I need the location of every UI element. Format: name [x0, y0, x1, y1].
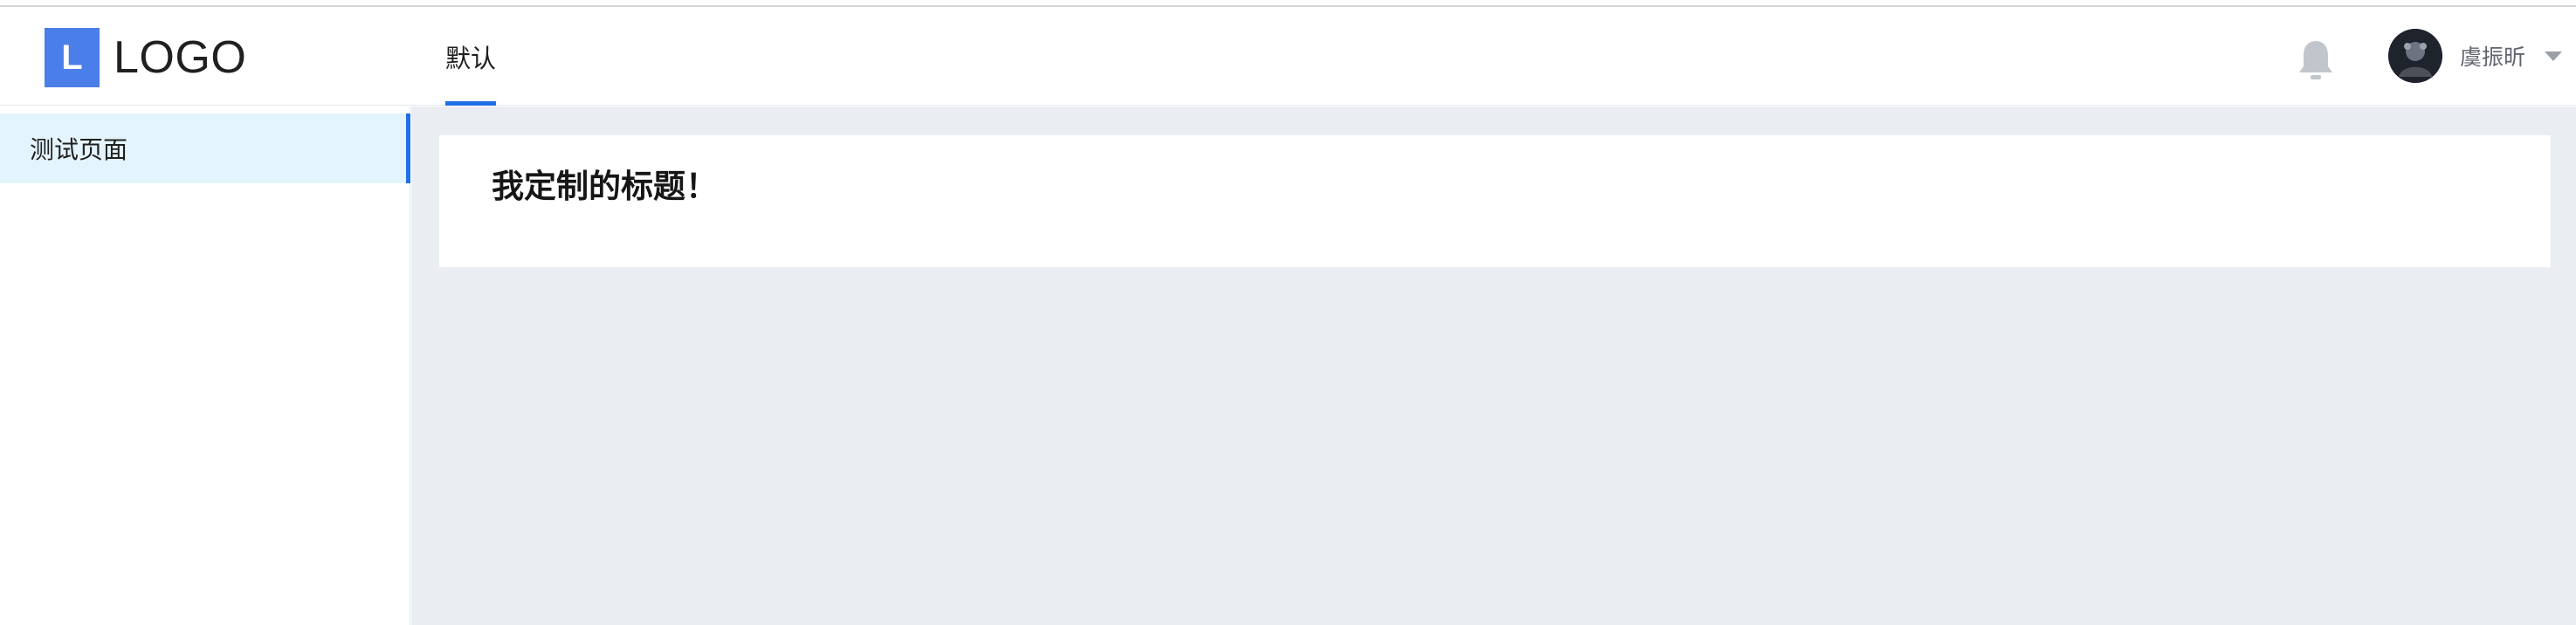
title-card: 我定制的标题！ — [439, 135, 2551, 267]
sidebar-item-label: 测试页面 — [30, 135, 128, 164]
top-header: L LOGO 默认 虞振昕 — [0, 7, 2576, 106]
active-tab-indicator — [445, 101, 497, 106]
user-menu[interactable]: 虞振昕 — [2388, 28, 2563, 84]
avatar[interactable] — [2388, 29, 2442, 83]
main-content: 我定制的标题！ — [411, 106, 2576, 625]
nav-tab-label: 默认 — [445, 43, 497, 73]
sidebar: 测试页面 — [0, 106, 410, 625]
app-window: L LOGO 默认 虞振昕 测试页面 我定制的标题！ — [0, 0, 2576, 625]
logo[interactable]: L LOGO — [45, 28, 246, 87]
user-name[interactable]: 虞振昕 — [2460, 40, 2525, 72]
caret-down-icon[interactable] — [2545, 51, 2563, 61]
avatar-image — [2388, 29, 2442, 83]
bell-icon[interactable] — [2295, 38, 2337, 83]
sidebar-item-test-page[interactable]: 测试页面 — [0, 113, 410, 183]
nav-tab-default[interactable]: 默认 — [445, 7, 497, 106]
logo-text: LOGO — [114, 32, 247, 83]
page-title: 我定制的标题！ — [492, 168, 718, 205]
logo-mark: L — [45, 28, 100, 87]
bell-icon-graphic — [2299, 41, 2332, 79]
